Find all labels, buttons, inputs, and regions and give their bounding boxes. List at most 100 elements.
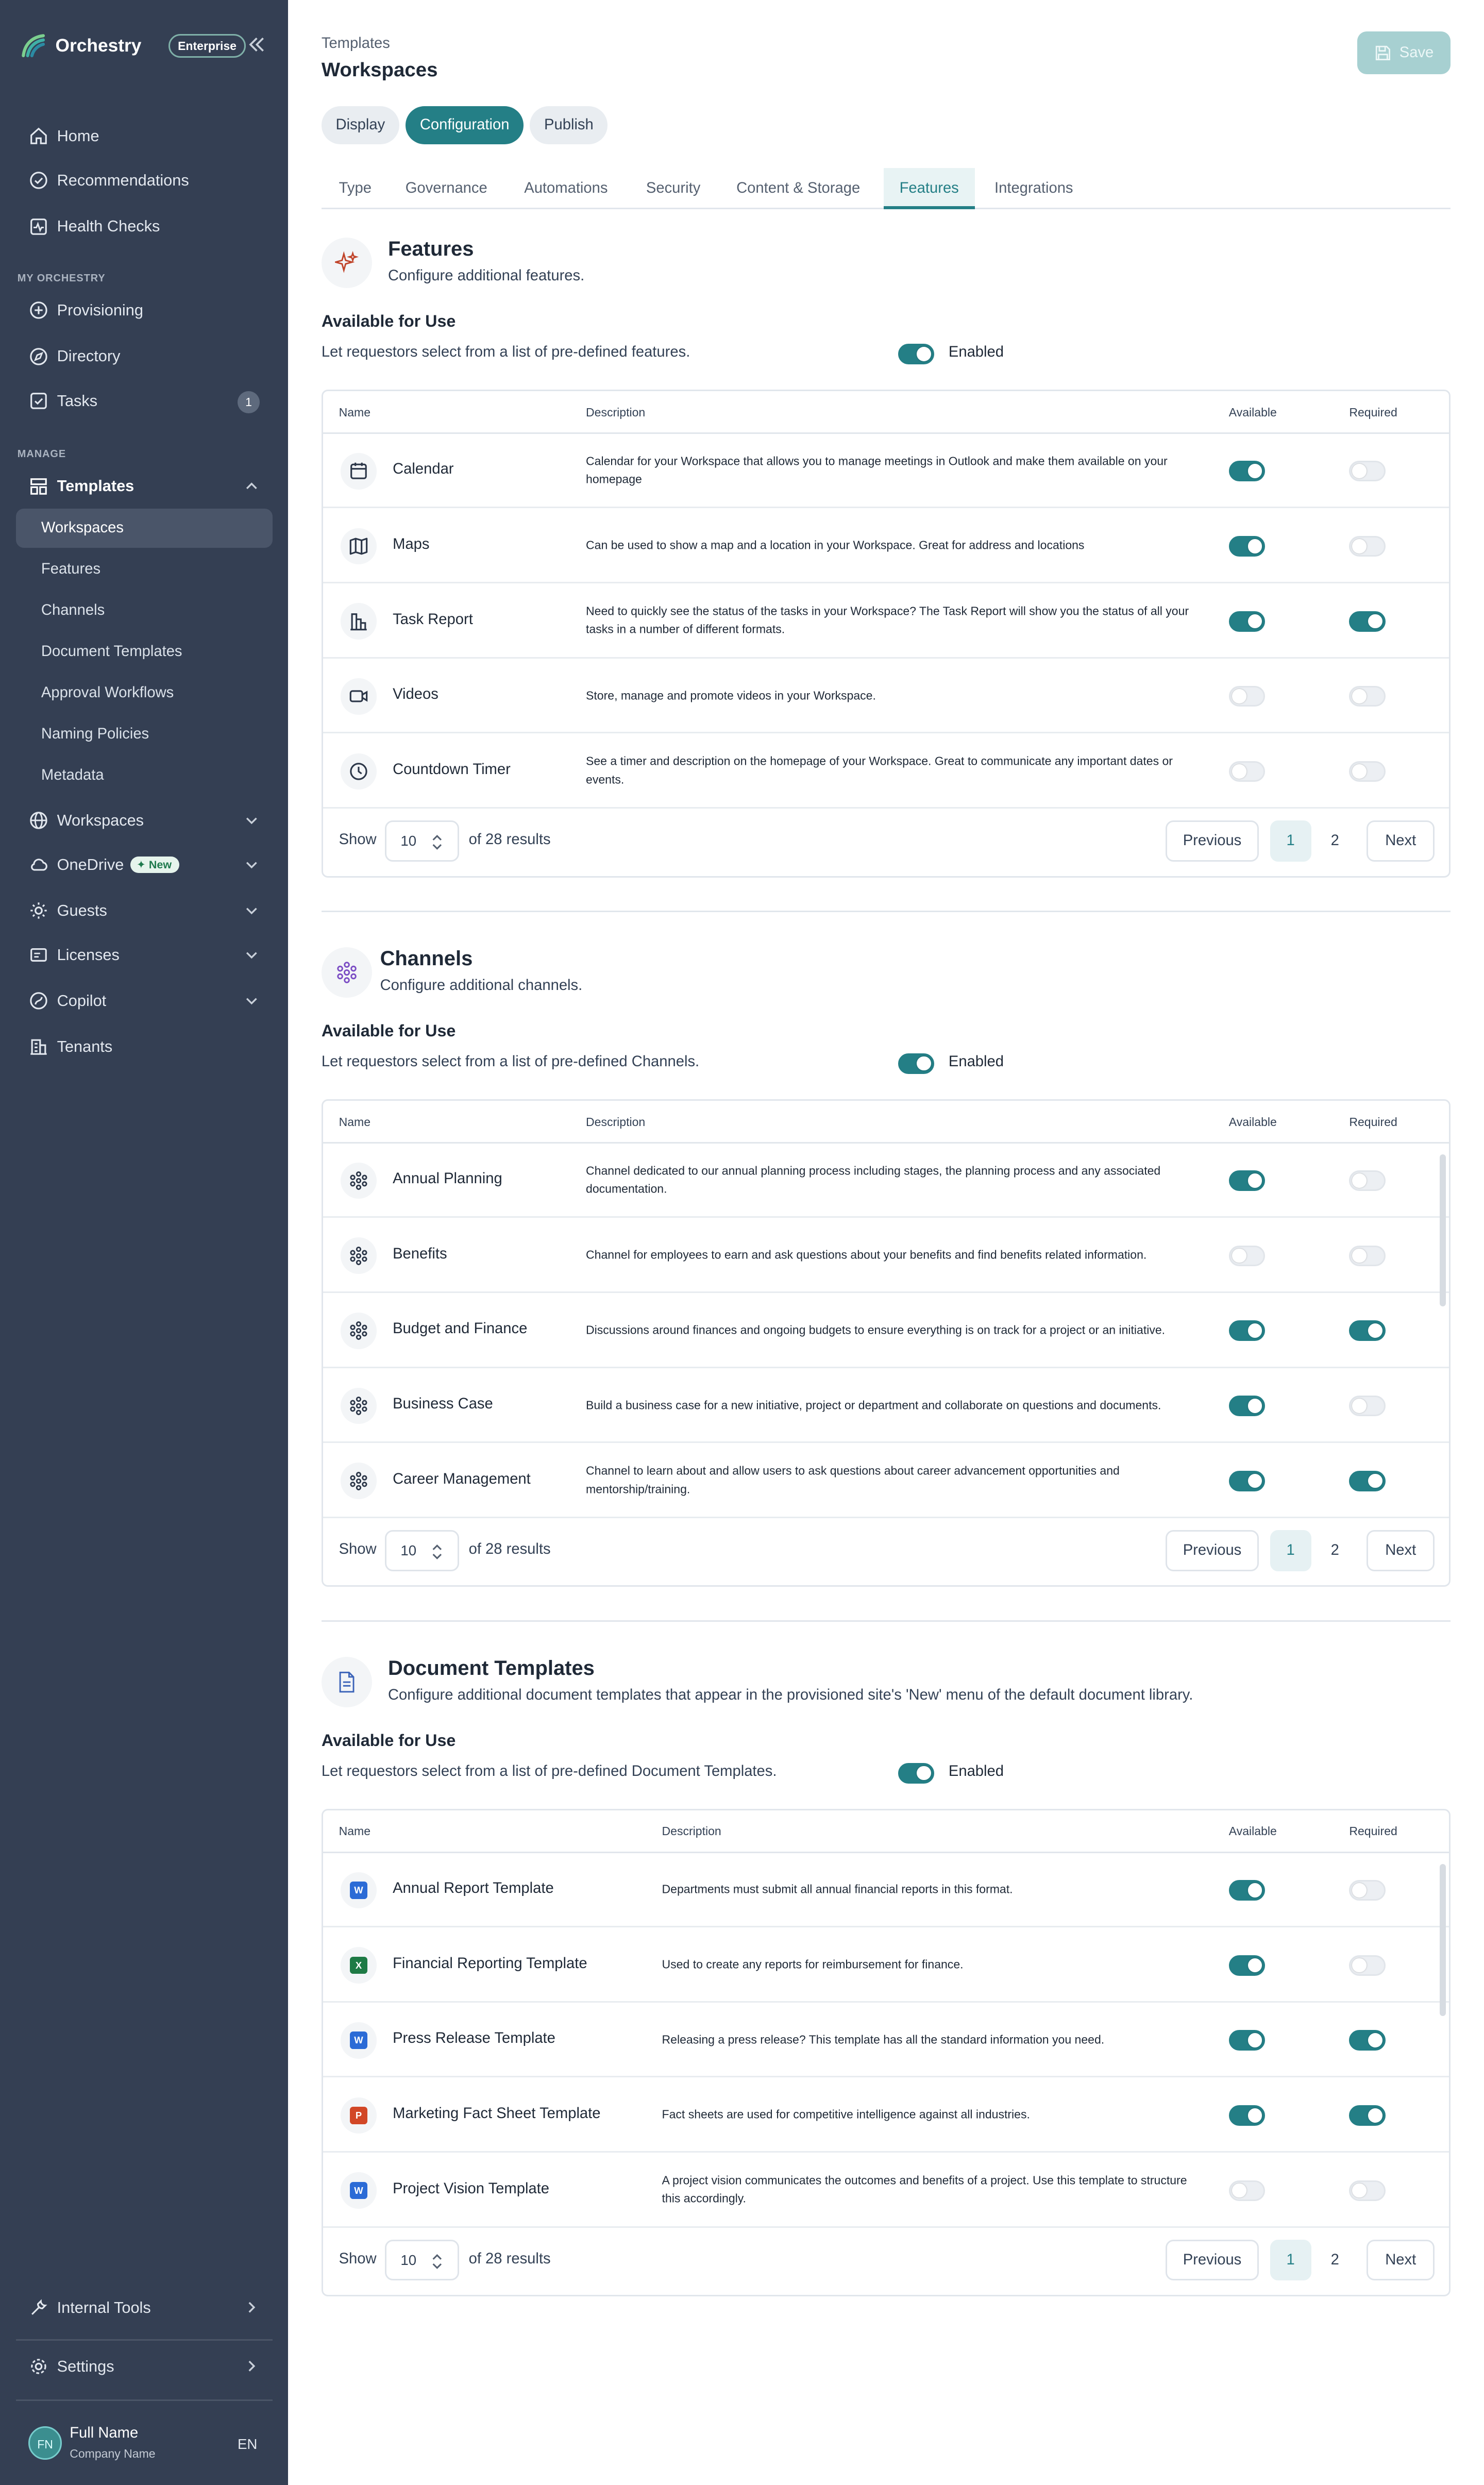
table-row[interactable]: Maps Can be used to show a map and a loca… [323, 509, 1449, 584]
available-toggle[interactable] [1228, 1320, 1266, 1341]
table-row[interactable]: Annual Planning Channel dedicated to our … [323, 1144, 1449, 1218]
table-row[interactable]: Budget and Finance Discussions around fin… [323, 1294, 1449, 1368]
page-size-select[interactable]: 10 [384, 2239, 460, 2281]
table-row[interactable]: Business Case Build a business case for a… [323, 1369, 1449, 1443]
table-row[interactable]: W Project Vision Template A project vision… [323, 2153, 1449, 2228]
available-toggle[interactable] [1228, 535, 1266, 557]
table-row[interactable]: Benefits Channel for employees to earn an… [323, 1219, 1449, 1293]
sub-item-naming-policies[interactable]: Naming Policies [16, 714, 273, 754]
required-toggle[interactable] [1349, 686, 1386, 707]
table-row[interactable]: Calendar Calendar for your Workspace that… [323, 434, 1449, 509]
available-toggle[interactable] [1228, 761, 1266, 782]
page-size-select[interactable]: 10 [384, 1530, 460, 1571]
tab-governance[interactable]: Governance [406, 168, 487, 209]
sub-item-approval-workflows[interactable]: Approval Workflows [16, 673, 273, 713]
nav-workspaces[interactable]: Workspaces [16, 801, 273, 839]
previous-button[interactable]: Previous [1165, 2239, 1259, 2281]
tab-security[interactable]: Security [646, 168, 700, 209]
available-toggle[interactable] [1228, 2105, 1266, 2126]
page-2-button[interactable]: 2 [1314, 1530, 1356, 1571]
table-row[interactable]: Countdown Timer See a timer and descripti… [323, 734, 1449, 809]
table-row[interactable]: P Marketing Fact Sheet Template Fact sheet… [323, 2078, 1449, 2153]
required-toggle[interactable] [1349, 2030, 1386, 2051]
nav-health-checks[interactable]: Health Checks [16, 208, 273, 246]
required-toggle[interactable] [1349, 1879, 1386, 1901]
available-toggle[interactable] [1228, 1879, 1266, 1901]
nav-guests[interactable]: Guests [16, 892, 273, 930]
required-toggle[interactable] [1349, 761, 1386, 782]
available-toggle[interactable] [1228, 1955, 1266, 1976]
required-toggle[interactable] [1349, 2180, 1386, 2201]
pill-tab-publish[interactable]: Publish [530, 106, 608, 144]
page-2-button[interactable]: 2 [1314, 820, 1356, 862]
page-2-button[interactable]: 2 [1314, 2240, 1356, 2281]
sub-item-features[interactable]: Features [16, 549, 273, 589]
nav-tenants[interactable]: Tenants [16, 1028, 273, 1066]
table-row[interactable]: W Annual Report Template Departments must … [323, 1853, 1449, 1928]
nav-provisioning[interactable]: Provisioning [16, 291, 273, 329]
table-row[interactable]: W Press Release Template Releasing a press… [323, 2003, 1449, 2078]
language-selector[interactable]: EN [238, 2436, 257, 2453]
required-toggle[interactable] [1349, 535, 1386, 557]
tab-automations[interactable]: Automations [524, 168, 608, 209]
nav-templates[interactable]: Templates [16, 467, 273, 506]
required-toggle[interactable] [1349, 1170, 1386, 1191]
breadcrumb[interactable]: Templates [322, 35, 390, 52]
previous-button[interactable]: Previous [1165, 1530, 1259, 1571]
next-button[interactable]: Next [1367, 820, 1435, 862]
nav-recommendations[interactable]: Recommendations [16, 161, 273, 199]
required-toggle[interactable] [1349, 2105, 1386, 2126]
page-size-select[interactable]: 10 [384, 820, 460, 862]
required-toggle[interactable] [1349, 611, 1386, 632]
sub-item-workspaces[interactable]: Workspaces [15, 508, 273, 548]
table-row[interactable]: Career Management Channel to learn about … [323, 1444, 1449, 1518]
available-toggle[interactable] [1228, 2030, 1266, 2051]
pill-tab-display[interactable]: Display [321, 106, 399, 144]
required-toggle[interactable] [1349, 1396, 1386, 1417]
nav-copilot[interactable]: Copilot [16, 982, 273, 1020]
pill-tab-configuration[interactable]: Configuration [406, 106, 524, 144]
table-row[interactable]: X Financial Reporting Template Used to cre… [323, 1928, 1449, 2003]
required-toggle[interactable] [1349, 1245, 1386, 1266]
sub-item-metadata[interactable]: Metadata [16, 755, 273, 795]
tab-features[interactable]: Features [883, 167, 975, 209]
page-1-button[interactable]: 1 [1270, 2239, 1311, 2281]
required-toggle[interactable] [1349, 1320, 1386, 1341]
enable-toggle[interactable] [898, 1053, 935, 1074]
user-profile[interactable]: FN Full Name Company Name EN [28, 2423, 266, 2464]
next-button[interactable]: Next [1367, 2239, 1435, 2281]
required-toggle[interactable] [1349, 1955, 1386, 1976]
available-toggle[interactable] [1228, 1245, 1266, 1266]
table-scrollbar[interactable] [1439, 1154, 1446, 1307]
available-toggle[interactable] [1228, 1470, 1266, 1491]
available-toggle[interactable] [1228, 611, 1266, 632]
enable-toggle[interactable] [898, 343, 935, 364]
tab-type[interactable]: Type [339, 168, 372, 209]
available-toggle[interactable] [1228, 1396, 1266, 1417]
tab-integrations[interactable]: Integrations [994, 168, 1073, 209]
sub-item-document-templates[interactable]: Document Templates [16, 632, 273, 671]
table-row[interactable]: Videos Store, manage and promote videos i… [323, 659, 1449, 734]
available-toggle[interactable] [1228, 2180, 1266, 2201]
required-toggle[interactable] [1349, 461, 1386, 482]
available-toggle[interactable] [1228, 686, 1266, 707]
nav-internal-tools[interactable]: Internal Tools [16, 2289, 273, 2327]
brand[interactable]: Orchestry Enterprise [19, 28, 273, 63]
nav-onedrive[interactable]: OneDrive ✦ New [16, 846, 273, 884]
table-row[interactable]: Task Report Need to quickly see the statu… [323, 584, 1449, 659]
save-button[interactable]: Save [1357, 31, 1451, 75]
required-toggle[interactable] [1349, 1470, 1386, 1491]
enable-toggle[interactable] [898, 1762, 935, 1784]
next-button[interactable]: Next [1367, 1530, 1435, 1571]
nav-directory[interactable]: Directory [16, 338, 273, 376]
previous-button[interactable]: Previous [1165, 820, 1259, 862]
page-1-button[interactable]: 1 [1270, 1530, 1311, 1571]
page-1-button[interactable]: 1 [1270, 820, 1311, 862]
available-toggle[interactable] [1228, 461, 1266, 482]
nav-licenses[interactable]: Licenses [16, 936, 273, 974]
tab-content-storage[interactable]: Content & Storage [736, 168, 860, 209]
nav-tasks[interactable]: Tasks 1 [16, 382, 273, 420]
table-scrollbar[interactable] [1439, 1864, 1446, 2017]
available-toggle[interactable] [1228, 1170, 1266, 1191]
nav-home[interactable]: Home [16, 117, 273, 155]
